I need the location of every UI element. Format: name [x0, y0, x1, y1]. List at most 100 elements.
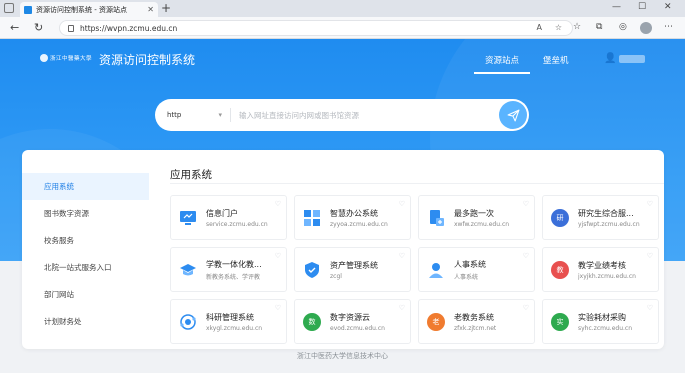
app-text: 实验耗材采购 syhc.zcmu.edu.cn: [578, 312, 632, 332]
app-grid: 信息门户 service.zcmu.edu.cn ♡ 智慧办公系统 zyyoa.zcmu…: [170, 195, 659, 344]
app-tile[interactable]: 研研究生综合服... yjsfwpt.zcmu.edu.cn ♡: [542, 195, 659, 240]
user-icon[interactable]: 👤: [604, 53, 616, 64]
close-window-icon[interactable]: ✕: [664, 2, 672, 12]
favorite-heart-icon[interactable]: ♡: [275, 200, 281, 208]
shu-icon: 数: [303, 312, 321, 331]
sidebar-item-library[interactable]: 图书数字资源: [22, 200, 149, 227]
university-logo[interactable]: 浙江中醫藥大學: [40, 53, 94, 63]
favorite-heart-icon[interactable]: ♡: [399, 304, 405, 312]
nav-bastion-host[interactable]: 堡垒机: [543, 54, 569, 66]
favorites-icon[interactable]: ☆: [573, 22, 581, 32]
app-name: 数字资源云: [330, 312, 370, 322]
app-tile[interactable]: 科研管理系统 xkygl.zcmu.edu.cn ♡: [170, 299, 287, 344]
section-divider: [170, 183, 664, 184]
app-text: 学教一体化教... 新教务系统、学评教: [206, 259, 262, 281]
back-icon[interactable]: ←: [10, 21, 19, 34]
sidebar-item-finance[interactable]: 计划财务处: [22, 308, 149, 335]
sidebar-item-apps[interactable]: 应用系统: [22, 173, 149, 200]
app-text: 最多跑一次 xwfw.zcmu.edu.cn: [454, 208, 509, 228]
favorite-heart-icon[interactable]: ♡: [523, 252, 529, 260]
shield-icon: [303, 261, 321, 279]
yan-icon: 研: [551, 208, 569, 227]
shi-icon: 实: [551, 312, 569, 331]
app-name: 科研管理系统: [206, 312, 254, 322]
app-url: zyyoa.zcmu.edu.cn: [330, 220, 388, 228]
app-name: 实验耗材采购: [578, 312, 626, 322]
app-url: xkygl.zcmu.edu.cn: [206, 324, 263, 332]
app-name: 信息门户: [206, 208, 238, 218]
lao-icon: 老: [427, 312, 445, 331]
orbit-icon: [179, 313, 197, 331]
app-tile[interactable]: 最多跑一次 xwfw.zcmu.edu.cn ♡: [418, 195, 535, 240]
app-text: 科研管理系统 xkygl.zcmu.edu.cn: [206, 312, 262, 332]
tab-title: 资源访问控制系统 - 资源站点: [36, 5, 127, 14]
footer-text: 浙江中医药大学信息技术中心: [297, 352, 388, 360]
nav-resource-sites[interactable]: 资源站点: [485, 54, 519, 66]
content-card: 应用系统 图书数字资源 校务服务 北院一站式服务入口 部门网站 计划财务处 应用…: [22, 150, 664, 349]
send-button[interactable]: [499, 101, 527, 129]
app-url: 新教务系统、学评教: [206, 273, 261, 281]
section-title: 应用系统: [170, 169, 212, 181]
favorite-heart-icon[interactable]: ♡: [523, 304, 529, 312]
app-text: 信息门户 service.zcmu.edu.cn: [206, 208, 268, 228]
close-tab-icon[interactable]: ✕: [147, 5, 154, 14]
app-text: 智慧办公系统 zyyoa.zcmu.edu.cn: [330, 208, 388, 228]
monitor-icon: [179, 209, 197, 227]
favorite-heart-icon[interactable]: ♡: [647, 304, 653, 312]
tab-actions-icon[interactable]: [4, 3, 14, 13]
favorite-heart-icon[interactable]: ♡: [399, 252, 405, 260]
app-tile[interactable]: 资产管理系统 zcgl ♡: [294, 247, 411, 292]
app-tile[interactable]: 数数字资源云 evod.zcmu.edu.cn ♡: [294, 299, 411, 344]
new-tab-icon[interactable]: +: [161, 1, 171, 15]
search-input[interactable]: [231, 110, 499, 120]
app-text: 人事系统 人事系统: [454, 259, 486, 281]
app-tile[interactable]: 学教一体化教... 新教务系统、学评教 ♡: [170, 247, 287, 292]
protocol-value: http: [167, 111, 182, 119]
sidebar-item-portal[interactable]: 北院一站式服务入口: [22, 254, 149, 281]
address-bar[interactable]: https://wvpn.zcmu.edu.cn A ☆: [59, 20, 573, 36]
app-name: 资产管理系统: [330, 260, 378, 270]
favorite-heart-icon[interactable]: ♡: [275, 304, 281, 312]
favicon-icon: [24, 5, 32, 14]
app-url: xwfw.zcmu.edu.cn: [454, 220, 510, 228]
app-text: 研究生综合服... yjsfwpt.zcmu.edu.cn: [578, 208, 640, 228]
app-tile[interactable]: 教教学业绩考核 jxyjkh.zcmu.edu.cn ♡: [542, 247, 659, 292]
extensions-icon[interactable]: ◎: [619, 22, 627, 32]
browser-tab[interactable]: 资源访问控制系统 - 资源站点 ✕: [20, 2, 158, 17]
person-icon: [427, 261, 445, 279]
sidebar-item-campus-services[interactable]: 校务服务: [22, 227, 149, 254]
protocol-select[interactable]: http ▾: [155, 108, 231, 122]
app-name: 最多跑一次: [454, 208, 494, 218]
favorite-heart-icon[interactable]: ♡: [399, 200, 405, 208]
app-tile[interactable]: 信息门户 service.zcmu.edu.cn ♡: [170, 195, 287, 240]
reader-icon[interactable]: A: [537, 23, 542, 32]
app-text: 教学业绩考核 jxyjkh.zcmu.edu.cn: [578, 260, 636, 280]
app-name: 智慧办公系统: [330, 208, 378, 218]
more-icon[interactable]: ⋯: [664, 22, 673, 32]
app-tile[interactable]: 人事系统 人事系统 ♡: [418, 247, 535, 292]
refresh-icon[interactable]: ↻: [34, 21, 43, 34]
favorite-heart-icon[interactable]: ♡: [647, 252, 653, 260]
favorite-heart-icon[interactable]: ♡: [523, 200, 529, 208]
app-url: jxyjkh.zcmu.edu.cn: [578, 272, 636, 280]
maximize-icon[interactable]: ☐: [638, 2, 646, 12]
site-title: 资源访问控制系统: [99, 53, 196, 67]
app-name: 教学业绩考核: [578, 260, 626, 270]
grid-icon: [303, 209, 321, 227]
favorite-heart-icon[interactable]: ♡: [275, 252, 281, 260]
app-url: evod.zcmu.edu.cn: [330, 324, 385, 332]
browser-toolbar: ← ↻ https://wvpn.zcmu.edu.cn A ☆ ☆ ⧉ ◎ ⋯: [0, 17, 685, 39]
seal-icon: [40, 54, 48, 62]
app-tile[interactable]: 智慧办公系统 zyyoa.zcmu.edu.cn ♡: [294, 195, 411, 240]
collections-icon[interactable]: ⧉: [596, 22, 602, 32]
minimize-icon[interactable]: —: [612, 2, 621, 12]
profile-avatar[interactable]: [640, 22, 652, 34]
app-tile[interactable]: 实实验耗材采购 syhc.zcmu.edu.cn ♡: [542, 299, 659, 344]
browser-tabstrip: 资源访问控制系统 - 资源站点 ✕ + — ☐ ✕: [0, 0, 685, 17]
user-name-redacted[interactable]: [619, 55, 645, 63]
favorite-star-icon[interactable]: ☆: [555, 23, 562, 32]
sidebar-item-departments[interactable]: 部门网站: [22, 281, 149, 308]
app-name: 研究生综合服...: [578, 208, 634, 218]
app-tile[interactable]: 老老教务系统 zfxk.zjtcm.net ♡: [418, 299, 535, 344]
favorite-heart-icon[interactable]: ♡: [647, 200, 653, 208]
